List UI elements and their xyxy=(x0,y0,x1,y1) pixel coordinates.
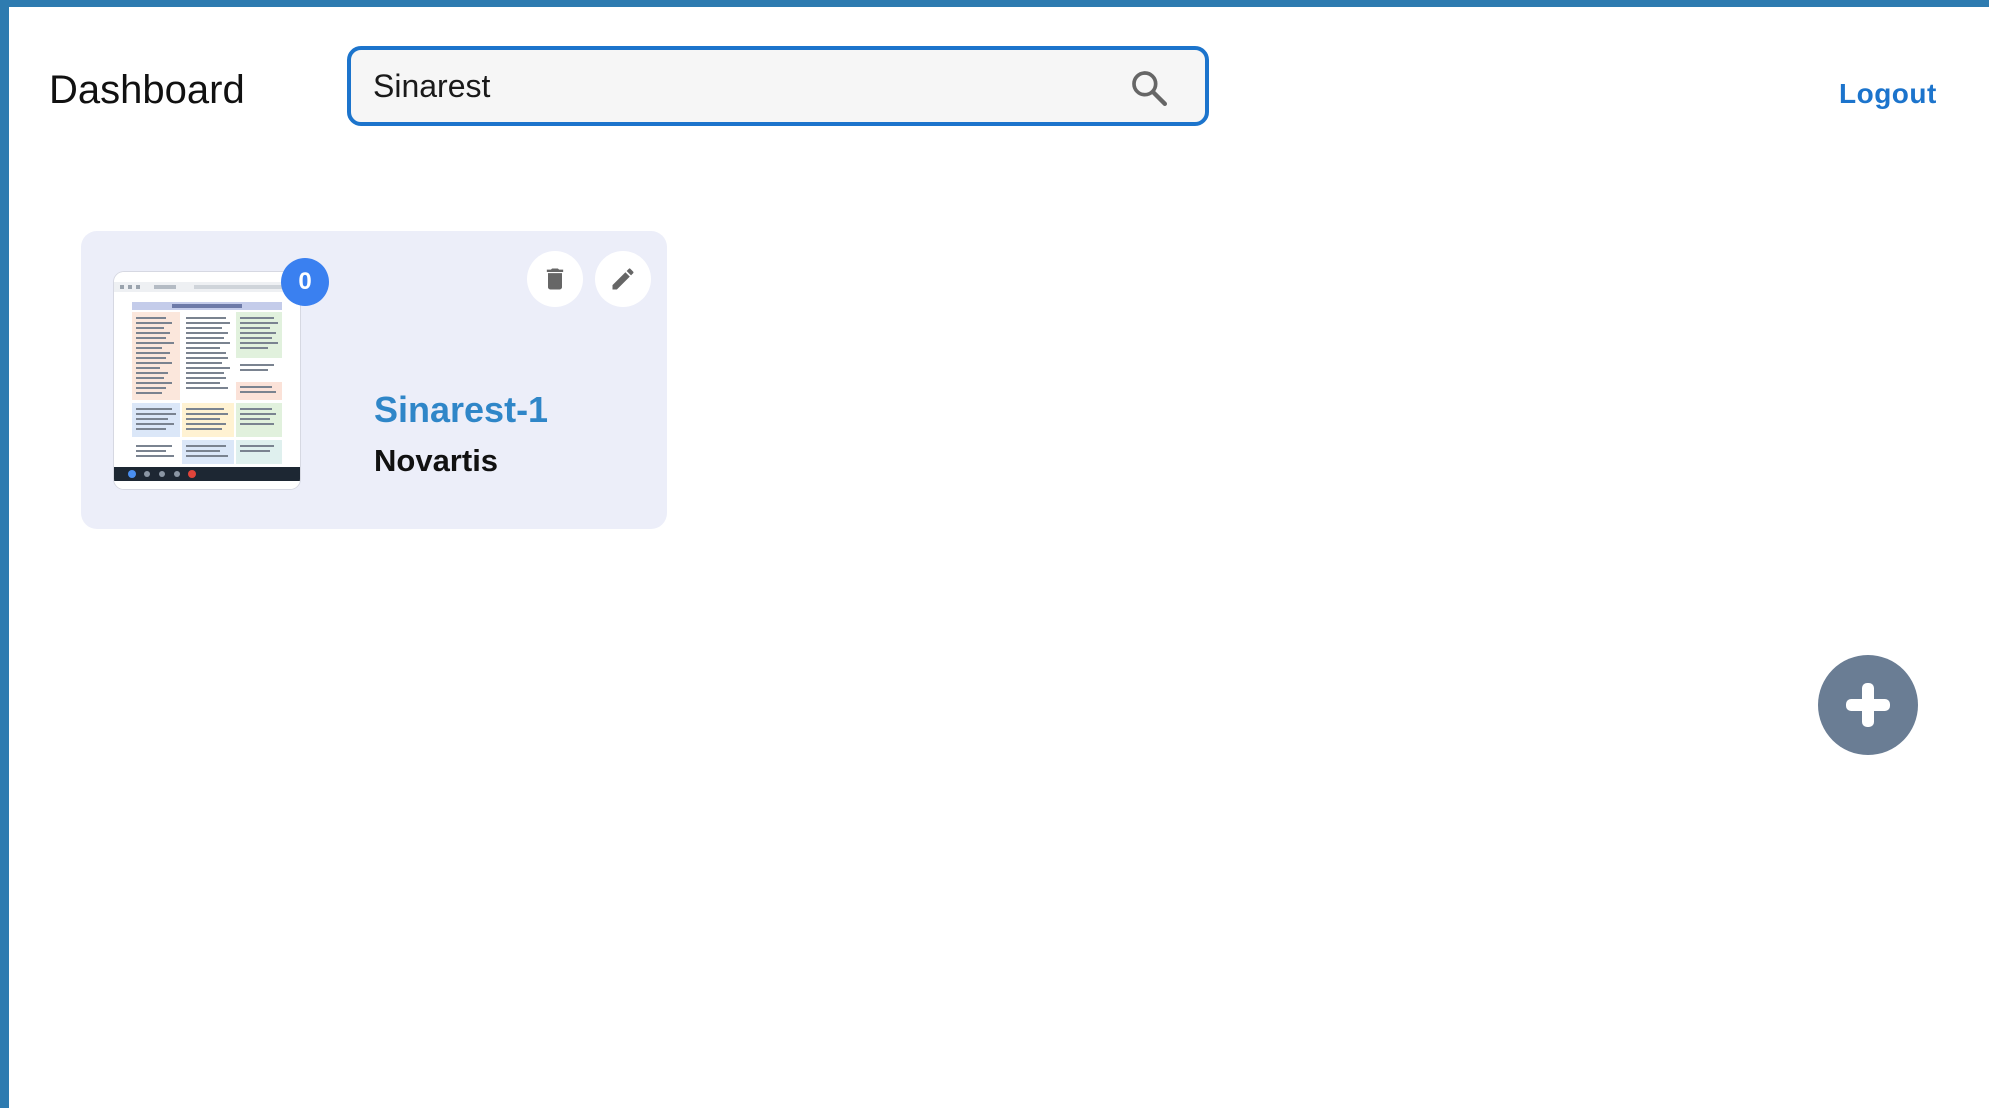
logout-link[interactable]: Logout xyxy=(1839,77,1937,111)
add-project-button[interactable] xyxy=(1818,655,1918,755)
pencil-icon xyxy=(612,268,634,290)
app-frame: Dashboard Logout xyxy=(9,7,1989,1108)
search-input[interactable] xyxy=(373,50,1113,122)
search-icon[interactable] xyxy=(1129,68,1169,108)
plus-icon xyxy=(1846,683,1890,727)
notification-badge: 0 xyxy=(281,258,329,306)
project-card[interactable]: 0 Sinarest-1 Novartis xyxy=(81,231,667,529)
trash-icon xyxy=(546,268,564,290)
delete-button[interactable] xyxy=(527,251,583,307)
project-name[interactable]: Sinarest-1 xyxy=(374,389,548,431)
edit-button[interactable] xyxy=(595,251,651,307)
page-title: Dashboard xyxy=(49,68,245,112)
project-thumbnail[interactable] xyxy=(114,272,300,489)
search-box[interactable] xyxy=(347,46,1209,126)
project-client: Novartis xyxy=(374,443,499,478)
document-thumbnail-icon xyxy=(114,272,300,489)
